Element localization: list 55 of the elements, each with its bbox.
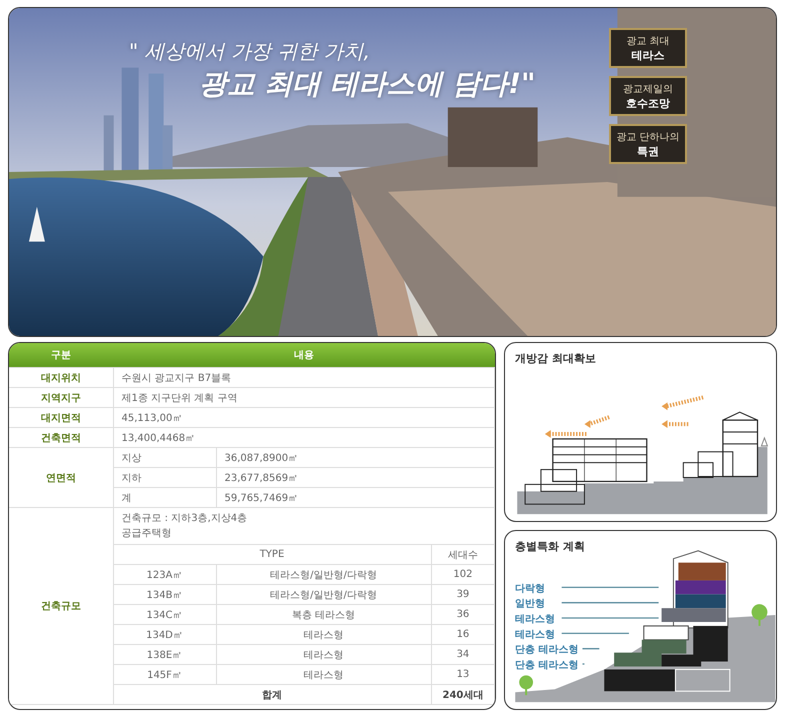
table-cell: 39 bbox=[431, 584, 495, 604]
column-header: 구분 bbox=[9, 343, 113, 368]
table-cell: 테라스형 bbox=[216, 624, 431, 644]
table-cell: 134D㎡ bbox=[113, 624, 216, 644]
table-cell: 145F㎡ bbox=[113, 664, 216, 684]
slogan-text: 광교 최대 테라스에 담다!" bbox=[199, 66, 536, 102]
table-cell: 제1종 지구단위 계획 구역 bbox=[113, 388, 495, 408]
diagram-title: 층별특화 계획 bbox=[516, 540, 586, 553]
table-cell: 138E㎡ bbox=[113, 644, 216, 664]
table-cell: 테라스형 bbox=[216, 664, 431, 684]
table-cell: 지하 bbox=[113, 468, 216, 488]
row-label: 건축규모 bbox=[9, 508, 113, 704]
table-cell: 복층 테라스형 bbox=[216, 604, 431, 624]
table-cell: 123A㎡ bbox=[113, 564, 216, 584]
feature-badge: 광교제일의 호수조망 bbox=[609, 76, 687, 116]
table-cell: 13,400,4468㎡ bbox=[113, 428, 495, 448]
floor-label: 단층 테라스형 bbox=[516, 660, 580, 671]
table-cell: 59,765,7469㎡ bbox=[216, 488, 495, 508]
feature-badge: 광교 최대 테라스 bbox=[609, 28, 687, 68]
table-cell: 36 bbox=[431, 604, 495, 624]
column-header: 세대수 bbox=[431, 544, 495, 564]
row-label: 대지면적 bbox=[9, 408, 113, 428]
table-cell: 36,087,8900㎡ bbox=[216, 448, 495, 468]
table-cell: 수원시 광교지구 B7블록 bbox=[113, 368, 495, 388]
row-label: 대지위치 bbox=[9, 368, 113, 388]
column-header: TYPE bbox=[113, 544, 431, 564]
row-label: 건축면적 bbox=[9, 428, 113, 448]
floor-label: 테라스형 bbox=[516, 629, 556, 640]
table-cell: 102 bbox=[431, 564, 495, 584]
table-cell: 16 bbox=[431, 624, 495, 644]
total-value: 240세대 bbox=[431, 684, 495, 704]
table-cell: 13 bbox=[431, 664, 495, 684]
table-cell: 지상 bbox=[113, 448, 216, 468]
table-cell: 테라스형 bbox=[216, 644, 431, 664]
table-cell: 테라스형/일반형/다락형 bbox=[216, 584, 431, 604]
floor-label: 다락형 bbox=[516, 583, 546, 594]
table-cell: 계 bbox=[113, 488, 216, 508]
floor-label: 테라스형 bbox=[516, 614, 556, 625]
table-cell: 23,677,8569㎡ bbox=[216, 468, 495, 488]
table-cell: 45,113,00㎡ bbox=[113, 408, 495, 428]
scale-text: 공급주택형 bbox=[122, 527, 172, 541]
row-label: 지역지구 bbox=[9, 388, 113, 408]
table-cell: 134C㎡ bbox=[113, 604, 216, 624]
table-cell: 테라스형/일반형/다락형 bbox=[216, 564, 431, 584]
floor-label: 단층 테라스형 bbox=[516, 644, 580, 656]
feature-badge: 광교 단하나의 특권 bbox=[609, 124, 687, 164]
floor-label: 일반형 bbox=[516, 598, 546, 610]
slogan-text: " 세상에서 가장 귀한 가치, bbox=[129, 38, 371, 65]
row-label: 연면적 bbox=[9, 448, 113, 508]
table-cell: 134B㎡ bbox=[113, 584, 216, 604]
column-header: 내용 bbox=[113, 343, 495, 368]
scale-text: 건축규모 : 지하3층,지상4층 bbox=[122, 512, 248, 526]
table-cell: 34 bbox=[431, 644, 495, 664]
diagram-title: 개방감 최대확보 bbox=[516, 352, 596, 365]
total-label: 합계 bbox=[113, 684, 431, 704]
